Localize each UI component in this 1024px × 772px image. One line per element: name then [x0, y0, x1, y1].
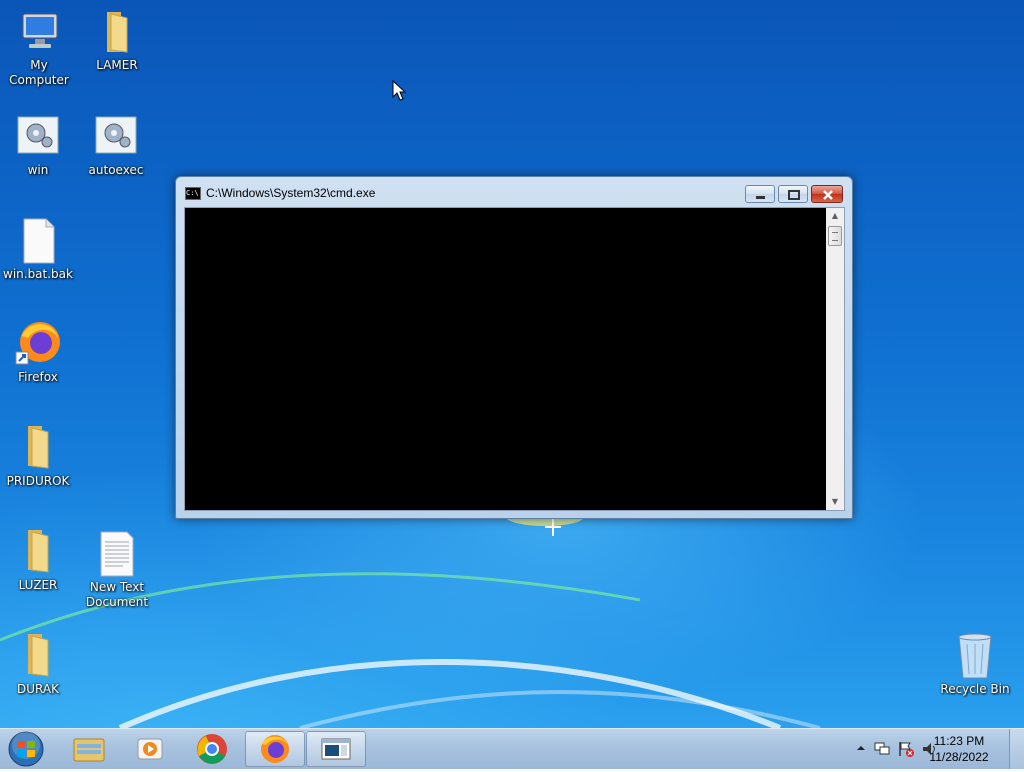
scroll-up-arrow-icon[interactable]: ▲ [829, 210, 841, 222]
clock-time[interactable]: 11:23 PM [914, 734, 1004, 748]
window-titlebar[interactable]: C:\ C:\Windows\System32\cmd.exe [176, 177, 852, 207]
desktop-icon-label: win [27, 163, 49, 177]
start-orb-icon [8, 731, 44, 767]
mouse-pointer-icon [392, 80, 406, 101]
desktop-icon-label: win.bat.bak [3, 267, 73, 281]
media-player-icon [137, 738, 163, 760]
scroll-down-arrow-icon[interactable]: ▼ [829, 496, 841, 508]
taskbar-media-player[interactable] [120, 731, 180, 767]
taskbar-cmd[interactable] [306, 731, 366, 767]
cmd-icon: C:\ [185, 187, 201, 200]
desktop-icon-label: DURAK [17, 682, 59, 696]
show-hidden-icons-icon[interactable] [856, 743, 866, 753]
window-title: C:\Windows\System32\cmd.exe [206, 186, 376, 200]
computer-icon [15, 8, 63, 56]
desktop-icon-win-bat-bak[interactable]: win.bat.bak [0, 217, 78, 282]
cmd-icon [321, 738, 351, 760]
taskbar: 11:23 PM 11/28/2022 [0, 728, 1024, 769]
desktop-icon-label: New Text Document [85, 580, 149, 609]
taskbar-chrome[interactable] [182, 731, 242, 767]
system-tray: 11:23 PM 11/28/2022 [834, 729, 1024, 769]
scroll-thumb[interactable] [828, 226, 842, 246]
cmd-client-area: ▲ ▼ [184, 207, 845, 511]
chrome-icon [197, 734, 227, 764]
desktop-icon-durak[interactable]: DURAK [0, 632, 78, 697]
minimize-button[interactable] [745, 185, 775, 203]
vertical-scrollbar[interactable]: ▲ ▼ [826, 208, 844, 510]
network-icon[interactable] [873, 740, 891, 758]
folder-icon [14, 632, 62, 680]
blank-file-icon [14, 217, 62, 265]
desktop: My Computer LAMER win autoexec win.bat.b… [0, 0, 1024, 728]
taskbar-file-explorer[interactable] [59, 731, 119, 767]
taskbar-firefox[interactable] [245, 731, 305, 767]
batch-file-gear-icon [92, 113, 140, 161]
show-desktop-button[interactable] [1009, 729, 1024, 769]
desktop-icon-recycle-bin[interactable]: Recycle Bin [935, 632, 1015, 697]
desktop-icon-new-text-document[interactable]: New Text Document [77, 530, 157, 610]
text-document-icon [93, 530, 141, 578]
restore-icon [788, 190, 800, 200]
file-explorer-icon [73, 738, 105, 762]
desktop-icon-label: PRIDUROK [6, 474, 70, 488]
desktop-icon-my-computer[interactable]: My Computer [0, 8, 79, 88]
cmd-window[interactable]: C:\ C:\Windows\System32\cmd.exe ▲ ▼ [175, 176, 853, 519]
close-icon [823, 190, 833, 200]
desktop-icon-luzer[interactable]: LUZER [0, 528, 78, 593]
desktop-icon-label: My Computer [9, 58, 69, 87]
desktop-icon-label: Recycle Bin [940, 682, 1010, 696]
desktop-icon-label: LAMER [96, 58, 138, 72]
console-output[interactable] [185, 208, 826, 510]
recycle-bin-icon [951, 632, 999, 680]
firefox-icon [14, 320, 62, 368]
desktop-icon-label: LUZER [18, 578, 58, 592]
folder-icon [14, 528, 62, 576]
close-button[interactable] [811, 185, 843, 203]
desktop-icon-firefox[interactable]: Firefox [0, 320, 78, 385]
batch-file-gear-icon [14, 113, 62, 161]
desktop-icon-label: Firefox [18, 370, 58, 384]
firefox-icon [261, 735, 289, 763]
desktop-icon-pridurok[interactable]: PRIDUROK [0, 424, 78, 489]
clock-date[interactable]: 11/28/2022 [914, 750, 1004, 764]
restore-button[interactable] [778, 185, 808, 203]
start-button[interactable] [4, 730, 48, 768]
desktop-icon-win[interactable]: win [0, 113, 78, 178]
folder-icon [14, 424, 62, 472]
action-center-flag-icon[interactable] [897, 740, 915, 758]
desktop-icon-autoexec[interactable]: autoexec [76, 113, 156, 178]
desktop-icon-label: autoexec [88, 163, 144, 177]
desktop-icon-lamer[interactable]: LAMER [77, 8, 157, 73]
folder-icon [93, 8, 141, 56]
minimize-icon [756, 196, 765, 199]
